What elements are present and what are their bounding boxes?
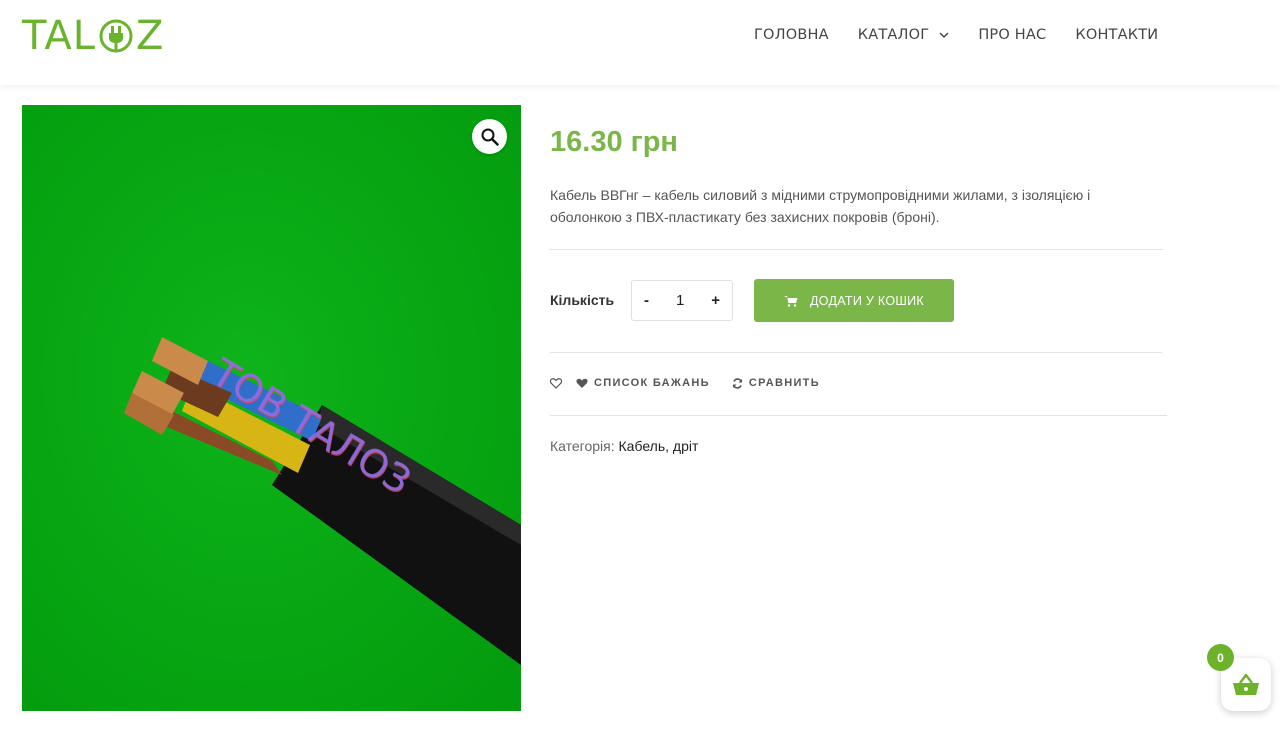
site-header: TAL Z ГОЛОВНА КАТАЛОГ ПРО НАС КОНТАКТИ: [0, 0, 1280, 85]
quantity-label: Кількість: [550, 292, 615, 308]
wishlist-label: СПИСОК БАЖАНЬ: [594, 377, 710, 389]
logo-text-left: TAL: [22, 13, 96, 59]
product-price: 16.30 грн: [550, 126, 678, 158]
nav-label: ПРО НАС: [978, 27, 1047, 43]
product-categories: Категорія: Кабель, дріт: [550, 438, 698, 454]
heart-icon: [576, 378, 588, 388]
quantity-plus-button[interactable]: +: [711, 292, 720, 309]
divider: [550, 415, 1167, 416]
nav-item-contacts[interactable]: КОНТАКТИ: [1075, 27, 1158, 43]
category-link[interactable]: Кабель, дріт: [619, 438, 699, 454]
main-nav: ГОЛОВНА КАТАЛОГ ПРО НАС КОНТАКТИ: [754, 27, 1187, 43]
nav-item-about[interactable]: ПРО НАС: [978, 27, 1046, 43]
quantity-input[interactable]: 1: [676, 292, 684, 309]
product-image[interactable]: ТОВ ТАЛОЗ: [22, 105, 521, 711]
wishlist-button[interactable]: СПИСОК БАЖАНЬ: [550, 377, 710, 389]
cart-icon: [783, 295, 798, 307]
add-to-cart-label: ДОДАТИ У КОШИК: [809, 293, 925, 308]
refresh-icon: [732, 377, 743, 389]
quantity-stepper: - 1 +: [631, 280, 733, 321]
search-icon: [481, 128, 499, 146]
product-actions: СПИСОК БАЖАНЬ СРАВНИТЬ: [550, 377, 842, 389]
compare-label: СРАВНИТЬ: [748, 377, 820, 389]
product-description: Кабель ВВГнг – кабель силовий з мідними …: [550, 187, 1091, 225]
nav-label: КОНТАКТИ: [1075, 27, 1159, 43]
nav-label: ГОЛОВНА: [754, 27, 829, 43]
category-label: Категорія:: [550, 438, 615, 454]
compare-button[interactable]: СРАВНИТЬ: [732, 377, 820, 389]
chevron-down-icon: [939, 32, 949, 38]
plug-icon: [99, 19, 133, 53]
cart-count-badge: 0: [1207, 644, 1234, 671]
nav-item-home[interactable]: ГОЛОВНА: [754, 27, 829, 43]
divider: [550, 249, 1163, 250]
nav-item-catalog[interactable]: КАТАЛОГ: [858, 27, 950, 43]
quantity-minus-button[interactable]: -: [644, 292, 649, 309]
logo-text-right: Z: [135, 13, 165, 59]
site-logo[interactable]: TAL Z: [22, 16, 164, 56]
zoom-button[interactable]: [472, 119, 507, 154]
heart-outline-icon: [550, 377, 562, 389]
basket-icon: [1233, 673, 1259, 695]
divider: [550, 352, 1162, 353]
add-to-cart-button[interactable]: ДОДАТИ У КОШИК: [754, 279, 954, 322]
nav-label: КАТАЛОГ: [857, 27, 930, 43]
